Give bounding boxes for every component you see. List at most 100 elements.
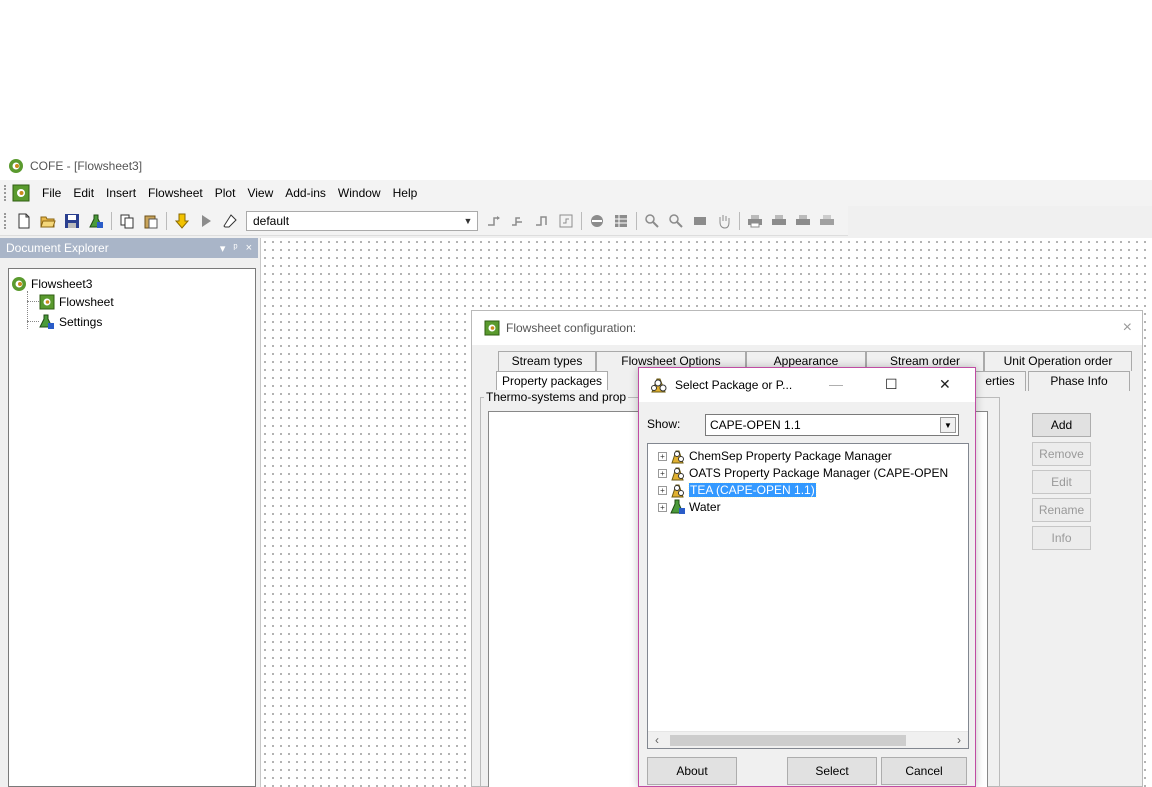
menu-file[interactable]: File bbox=[36, 182, 67, 204]
zoom-in-button[interactable] bbox=[642, 211, 662, 231]
dock-close-icon[interactable]: × bbox=[246, 242, 252, 255]
properties-button[interactable] bbox=[86, 211, 106, 231]
zoom-out-button[interactable] bbox=[666, 211, 686, 231]
cancel-button[interactable]: Cancel bbox=[881, 757, 967, 785]
about-button[interactable]: About bbox=[647, 757, 737, 785]
package-tree[interactable]: + ChemSep Property Package Manager + OAT… bbox=[647, 443, 969, 749]
package-item-label: ChemSep Property Package Manager bbox=[689, 449, 892, 463]
package-item-chemsep[interactable]: + ChemSep Property Package Manager bbox=[658, 448, 892, 464]
config-dialog-title-bar: Flowsheet configuration: × bbox=[472, 311, 1142, 345]
info-button[interactable]: Info bbox=[1032, 526, 1091, 550]
erase-button[interactable] bbox=[220, 211, 240, 231]
package-tree-horizontal-scrollbar[interactable]: ‹ › bbox=[648, 731, 968, 748]
dock-pin-icon[interactable]: ᵖ bbox=[233, 242, 237, 255]
package-item-oats[interactable]: + OATS Property Package Manager (CAPE-OP… bbox=[658, 465, 948, 481]
expand-icon[interactable]: + bbox=[658, 485, 667, 495]
menu-grip-handle[interactable] bbox=[4, 185, 8, 201]
tab-unit-operation-order[interactable]: Unit Operation order bbox=[984, 351, 1132, 371]
show-filter-combo[interactable]: CAPE-OPEN 1.1 ▼ bbox=[705, 414, 959, 436]
property-package-icon bbox=[671, 450, 684, 464]
main-toolbar: default ▼ bbox=[0, 206, 848, 236]
expand-icon[interactable]: + bbox=[658, 468, 667, 478]
split-button[interactable] bbox=[508, 211, 528, 231]
pan-hand-icon bbox=[719, 214, 730, 229]
copy-icon bbox=[120, 214, 134, 228]
menu-plot[interactable]: Plot bbox=[209, 182, 242, 204]
table-button[interactable] bbox=[611, 211, 631, 231]
menu-window[interactable]: Window bbox=[332, 182, 387, 204]
print-preview-button[interactable] bbox=[769, 211, 789, 231]
dock-dropdown-icon[interactable]: ▾ bbox=[220, 242, 226, 255]
run-button[interactable] bbox=[196, 211, 216, 231]
tree-item-flowsheet3[interactable]: Flowsheet3 bbox=[11, 275, 92, 292]
settings-flask-icon bbox=[89, 214, 103, 228]
document-explorer-tree: Flowsheet3 Flowsheet Settings bbox=[8, 268, 256, 787]
play-icon bbox=[202, 214, 211, 227]
add-button[interactable]: Add bbox=[1032, 413, 1091, 437]
select-button[interactable]: Select bbox=[787, 757, 877, 785]
zoom-in-icon bbox=[645, 213, 659, 228]
unit-op-button[interactable] bbox=[587, 211, 607, 231]
close-icon[interactable]: ✕ bbox=[939, 376, 951, 393]
tab-phase-info[interactable]: Phase Info bbox=[1028, 371, 1130, 391]
menu-view[interactable]: View bbox=[241, 182, 279, 204]
new-document-icon bbox=[18, 213, 30, 228]
flowsheet-config-icon bbox=[484, 320, 500, 336]
toolbar-grip-handle[interactable] bbox=[4, 212, 8, 229]
scroll-left-icon[interactable]: ‹ bbox=[648, 733, 666, 747]
edit-button[interactable]: Edit bbox=[1032, 470, 1091, 494]
print-all-button[interactable] bbox=[817, 211, 837, 231]
print-button[interactable] bbox=[745, 211, 765, 231]
new-button[interactable] bbox=[14, 211, 34, 231]
menu-flowsheet[interactable]: Flowsheet bbox=[142, 182, 209, 204]
paste-clipboard-icon bbox=[144, 215, 158, 228]
open-button[interactable] bbox=[38, 211, 58, 231]
maximize-icon[interactable]: ☐ bbox=[885, 376, 898, 393]
app-title: COFE - [Flowsheet3] bbox=[30, 159, 143, 173]
print-setup-button[interactable] bbox=[793, 211, 813, 231]
package-item-water[interactable]: + Water bbox=[658, 499, 721, 515]
property-package-icon bbox=[671, 467, 684, 481]
print-all-icon bbox=[820, 214, 834, 225]
save-button[interactable] bbox=[62, 211, 82, 231]
fit-button[interactable] bbox=[690, 211, 710, 231]
layout-box-icon bbox=[559, 214, 573, 227]
layout-button[interactable] bbox=[556, 211, 576, 231]
expand-icon[interactable]: + bbox=[658, 451, 667, 461]
rename-button[interactable]: Rename bbox=[1032, 498, 1091, 522]
tab-property-packages[interactable]: Property packages bbox=[496, 371, 608, 391]
flowsheet-document-icon bbox=[39, 294, 55, 309]
app-title-bar: COFE - [Flowsheet3] bbox=[0, 152, 1152, 180]
menu-add-ins[interactable]: Add-ins bbox=[279, 182, 332, 204]
reroute-button[interactable] bbox=[532, 211, 552, 231]
print-preview-icon bbox=[772, 214, 786, 225]
tab-compound-properties[interactable]: erties bbox=[974, 371, 1026, 391]
scroll-right-icon[interactable]: › bbox=[950, 733, 968, 747]
validate-button[interactable] bbox=[172, 211, 192, 231]
package-item-tea[interactable]: + TEA (CAPE-OPEN 1.1) bbox=[658, 482, 817, 498]
package-item-label: Water bbox=[689, 500, 721, 514]
property-package-icon bbox=[651, 378, 667, 393]
paste-button[interactable] bbox=[141, 211, 161, 231]
document-explorer-title: Document Explorer bbox=[6, 241, 109, 255]
scrollbar-thumb[interactable] bbox=[670, 735, 906, 746]
close-icon[interactable]: × bbox=[1123, 319, 1132, 337]
remove-button[interactable]: Remove bbox=[1032, 442, 1091, 466]
settings-flask-icon bbox=[39, 314, 54, 329]
menu-help[interactable]: Help bbox=[387, 182, 424, 204]
document-menu-icon[interactable] bbox=[12, 184, 30, 202]
tree-item-settings[interactable]: Settings bbox=[39, 313, 102, 330]
tab-stream-types[interactable]: Stream types bbox=[498, 351, 596, 371]
pan-button[interactable] bbox=[714, 211, 734, 231]
menu-insert[interactable]: Insert bbox=[100, 182, 142, 204]
connect-button[interactable] bbox=[484, 211, 504, 231]
minimize-icon[interactable]: — bbox=[829, 376, 843, 392]
tree-item-flowsheet[interactable]: Flowsheet bbox=[39, 293, 114, 310]
document-explorer-header: Document Explorer ▾ ᵖ × bbox=[0, 238, 258, 258]
copy-button[interactable] bbox=[117, 211, 137, 231]
expand-icon[interactable]: + bbox=[658, 502, 667, 512]
menu-edit[interactable]: Edit bbox=[67, 182, 100, 204]
configuration-combo[interactable]: default ▼ bbox=[246, 210, 478, 231]
print-icon bbox=[748, 214, 762, 227]
package-item-label: TEA (CAPE-OPEN 1.1) bbox=[688, 482, 817, 498]
